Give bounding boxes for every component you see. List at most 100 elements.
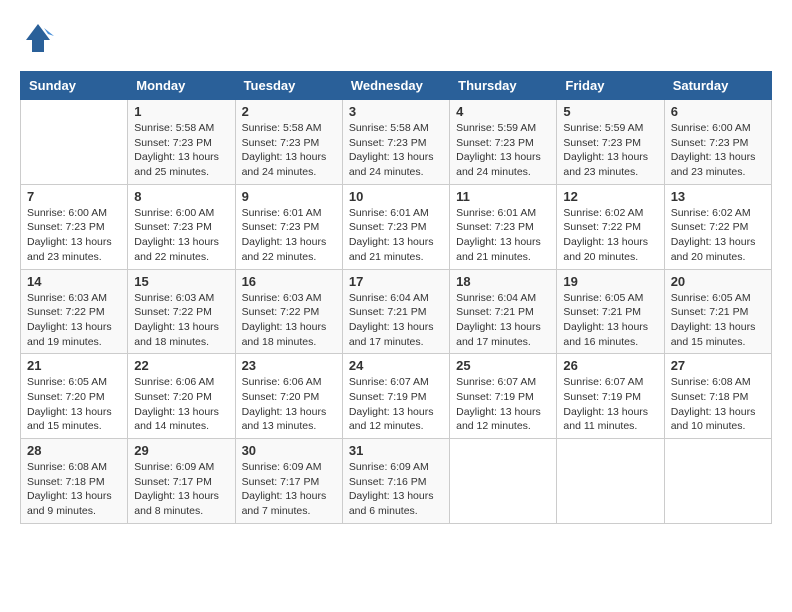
- calendar-cell: [21, 100, 128, 185]
- calendar-week-4: 21Sunrise: 6:05 AMSunset: 7:20 PMDayligh…: [21, 354, 772, 439]
- day-info: Sunrise: 6:05 AMSunset: 7:21 PMDaylight:…: [563, 291, 657, 350]
- calendar-cell: [450, 439, 557, 524]
- calendar-cell: 30 Sunrise: 6:09 AMSunset: 7:17 PMDayligh…: [235, 439, 342, 524]
- calendar-week-5: 28Sunrise: 6:08 AMSunset: 7:18 PMDayligh…: [21, 439, 772, 524]
- day-info: Sunrise: 6:04 AMSunset: 7:21 PMDaylight:…: [349, 291, 443, 350]
- day-number: 11: [456, 189, 550, 204]
- calendar-cell: 6 Sunrise: 6:00 AMSunset: 7:23 PMDaylight…: [664, 100, 771, 185]
- day-info: Sunrise: 6:02 AMSunset: 7:22 PMDaylight:…: [563, 206, 657, 265]
- day-number: 8: [134, 189, 228, 204]
- day-number: 9: [242, 189, 336, 204]
- calendar-cell: 15 Sunrise: 6:03 AMSunset: 7:22 PMDayligh…: [128, 269, 235, 354]
- weekday-header-saturday: Saturday: [664, 72, 771, 100]
- calendar-cell: 17 Sunrise: 6:04 AMSunset: 7:21 PMDayligh…: [342, 269, 449, 354]
- day-info: Sunrise: 6:06 AMSunset: 7:20 PMDaylight:…: [242, 375, 336, 434]
- day-info: Sunrise: 6:03 AMSunset: 7:22 PMDaylight:…: [134, 291, 228, 350]
- day-number: 3: [349, 104, 443, 119]
- calendar-body: 1Sunrise: 5:58 AMSunset: 7:23 PMDaylight…: [21, 100, 772, 524]
- day-number: 19: [563, 274, 657, 289]
- day-info: Sunrise: 6:03 AMSunset: 7:22 PMDaylight:…: [27, 291, 121, 350]
- calendar-week-2: 7 Sunrise: 6:00 AMSunset: 7:23 PMDaylight…: [21, 184, 772, 269]
- calendar-cell: 22Sunrise: 6:06 AMSunset: 7:20 PMDayligh…: [128, 354, 235, 439]
- calendar-cell: 26 Sunrise: 6:07 AMSunset: 7:19 PMDayligh…: [557, 354, 664, 439]
- calendar-week-1: 1Sunrise: 5:58 AMSunset: 7:23 PMDaylight…: [21, 100, 772, 185]
- day-info: Sunrise: 6:06 AMSunset: 7:20 PMDaylight:…: [134, 375, 228, 434]
- weekday-header-sunday: Sunday: [21, 72, 128, 100]
- day-number: 24: [349, 358, 443, 373]
- calendar-cell: 8 Sunrise: 6:00 AMSunset: 7:23 PMDaylight…: [128, 184, 235, 269]
- calendar-cell: 27 Sunrise: 6:08 AMSunset: 7:18 PMDayligh…: [664, 354, 771, 439]
- weekday-header-wednesday: Wednesday: [342, 72, 449, 100]
- header-row: SundayMondayTuesdayWednesdayThursdayFrid…: [21, 72, 772, 100]
- calendar-cell: 7 Sunrise: 6:00 AMSunset: 7:23 PMDaylight…: [21, 184, 128, 269]
- day-number: 20: [671, 274, 765, 289]
- day-info: Sunrise: 6:03 AMSunset: 7:22 PMDaylight:…: [242, 291, 336, 350]
- calendar-cell: 19 Sunrise: 6:05 AMSunset: 7:21 PMDayligh…: [557, 269, 664, 354]
- day-info: Sunrise: 5:58 AMSunset: 7:23 PMDaylight:…: [134, 121, 228, 180]
- weekday-header-monday: Monday: [128, 72, 235, 100]
- day-info: Sunrise: 6:09 AMSunset: 7:17 PMDaylight:…: [242, 460, 336, 519]
- day-number: 27: [671, 358, 765, 373]
- calendar-cell: 28Sunrise: 6:08 AMSunset: 7:18 PMDayligh…: [21, 439, 128, 524]
- day-info: Sunrise: 5:58 AMSunset: 7:23 PMDaylight:…: [242, 121, 336, 180]
- day-info: Sunrise: 5:59 AMSunset: 7:23 PMDaylight:…: [456, 121, 550, 180]
- calendar-cell: 4 Sunrise: 5:59 AMSunset: 7:23 PMDaylight…: [450, 100, 557, 185]
- calendar-cell: 1Sunrise: 5:58 AMSunset: 7:23 PMDaylight…: [128, 100, 235, 185]
- calendar-cell: 23 Sunrise: 6:06 AMSunset: 7:20 PMDayligh…: [235, 354, 342, 439]
- day-info: Sunrise: 6:00 AMSunset: 7:23 PMDaylight:…: [671, 121, 765, 180]
- page-header: [20, 20, 772, 61]
- day-info: Sunrise: 6:08 AMSunset: 7:18 PMDaylight:…: [671, 375, 765, 434]
- day-info: Sunrise: 6:00 AMSunset: 7:23 PMDaylight:…: [27, 206, 121, 265]
- day-info: Sunrise: 6:07 AMSunset: 7:19 PMDaylight:…: [349, 375, 443, 434]
- day-number: 21: [27, 358, 121, 373]
- day-info: Sunrise: 6:00 AMSunset: 7:23 PMDaylight:…: [134, 206, 228, 265]
- weekday-header-friday: Friday: [557, 72, 664, 100]
- calendar-cell: 13 Sunrise: 6:02 AMSunset: 7:22 PMDayligh…: [664, 184, 771, 269]
- logo: [20, 20, 60, 61]
- calendar-cell: 24 Sunrise: 6:07 AMSunset: 7:19 PMDayligh…: [342, 354, 449, 439]
- weekday-header-tuesday: Tuesday: [235, 72, 342, 100]
- day-info: Sunrise: 6:02 AMSunset: 7:22 PMDaylight:…: [671, 206, 765, 265]
- day-number: 4: [456, 104, 550, 119]
- day-number: 12: [563, 189, 657, 204]
- calendar-cell: 25Sunrise: 6:07 AMSunset: 7:19 PMDayligh…: [450, 354, 557, 439]
- day-number: 14: [27, 274, 121, 289]
- day-info: Sunrise: 6:01 AMSunset: 7:23 PMDaylight:…: [242, 206, 336, 265]
- calendar-cell: 9 Sunrise: 6:01 AMSunset: 7:23 PMDaylight…: [235, 184, 342, 269]
- logo-icon: [20, 20, 56, 56]
- day-number: 29: [134, 443, 228, 458]
- day-number: 31: [349, 443, 443, 458]
- day-number: 10: [349, 189, 443, 204]
- calendar-cell: [557, 439, 664, 524]
- day-number: 18: [456, 274, 550, 289]
- calendar-cell: 29Sunrise: 6:09 AMSunset: 7:17 PMDayligh…: [128, 439, 235, 524]
- calendar-week-3: 14 Sunrise: 6:03 AMSunset: 7:22 PMDayligh…: [21, 269, 772, 354]
- calendar-cell: 10Sunrise: 6:01 AMSunset: 7:23 PMDayligh…: [342, 184, 449, 269]
- day-info: Sunrise: 5:58 AMSunset: 7:23 PMDaylight:…: [349, 121, 443, 180]
- day-number: 26: [563, 358, 657, 373]
- calendar-cell: 18Sunrise: 6:04 AMSunset: 7:21 PMDayligh…: [450, 269, 557, 354]
- day-info: Sunrise: 6:05 AMSunset: 7:21 PMDaylight:…: [671, 291, 765, 350]
- day-number: 13: [671, 189, 765, 204]
- day-number: 30: [242, 443, 336, 458]
- day-number: 6: [671, 104, 765, 119]
- day-number: 28: [27, 443, 121, 458]
- calendar-cell: [664, 439, 771, 524]
- day-number: 16: [242, 274, 336, 289]
- day-info: Sunrise: 6:07 AMSunset: 7:19 PMDaylight:…: [563, 375, 657, 434]
- calendar-cell: 5Sunrise: 5:59 AMSunset: 7:23 PMDaylight…: [557, 100, 664, 185]
- calendar-cell: 12 Sunrise: 6:02 AMSunset: 7:22 PMDayligh…: [557, 184, 664, 269]
- day-number: 15: [134, 274, 228, 289]
- day-number: 2: [242, 104, 336, 119]
- day-info: Sunrise: 6:09 AMSunset: 7:16 PMDaylight:…: [349, 460, 443, 519]
- calendar-cell: 20 Sunrise: 6:05 AMSunset: 7:21 PMDayligh…: [664, 269, 771, 354]
- day-number: 7: [27, 189, 121, 204]
- calendar-cell: 21Sunrise: 6:05 AMSunset: 7:20 PMDayligh…: [21, 354, 128, 439]
- calendar-cell: 11 Sunrise: 6:01 AMSunset: 7:23 PMDayligh…: [450, 184, 557, 269]
- day-info: Sunrise: 6:01 AMSunset: 7:23 PMDaylight:…: [456, 206, 550, 265]
- calendar-cell: 31 Sunrise: 6:09 AMSunset: 7:16 PMDayligh…: [342, 439, 449, 524]
- day-number: 17: [349, 274, 443, 289]
- calendar-cell: 2 Sunrise: 5:58 AMSunset: 7:23 PMDaylight…: [235, 100, 342, 185]
- day-number: 25: [456, 358, 550, 373]
- day-number: 23: [242, 358, 336, 373]
